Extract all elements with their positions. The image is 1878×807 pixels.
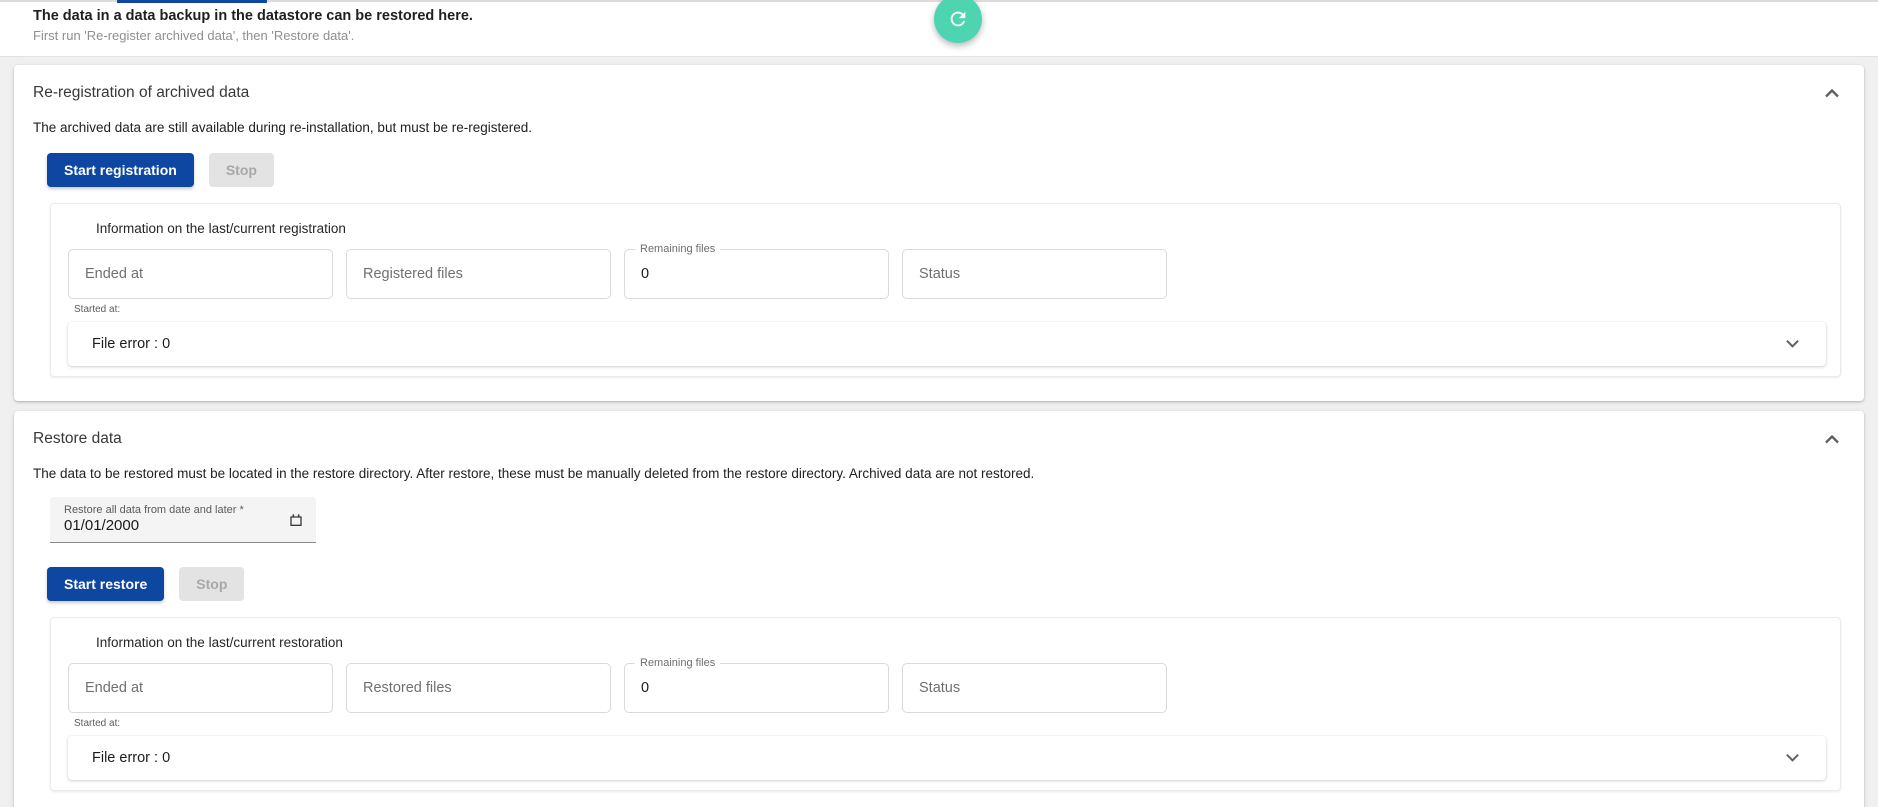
restore-section: Restore data The data to be restored mus…: [14, 411, 1864, 807]
restore-description: The data to be restored must be located …: [33, 465, 1842, 483]
restoration-started-at-label: Started at:: [74, 718, 1826, 730]
reregistration-section: Re-registration of archived data The arc…: [14, 65, 1864, 401]
restoration-remaining-files-field[interactable]: Remaining files 0: [624, 663, 889, 713]
file-error-label: File error : 0: [92, 750, 170, 766]
registration-started-at-label: Started at:: [74, 304, 1826, 316]
restoration-file-error-panel[interactable]: File error : 0: [68, 736, 1826, 780]
field-placeholder: Registered files: [363, 266, 463, 282]
reregistration-description: The archived data are still available du…: [33, 119, 1842, 137]
reregistration-title: Re-registration of archived data: [33, 84, 249, 102]
restore-date-value: 01/01/2000: [64, 517, 244, 535]
chevron-down-icon: [1785, 339, 1800, 349]
field-floating-label: Remaining files: [635, 657, 720, 669]
restoration-info-card: Information on the last/current restorat…: [50, 617, 1841, 791]
field-floating-label: Remaining files: [635, 243, 720, 255]
restoration-ended-at-field[interactable]: Ended at: [68, 663, 333, 713]
calendar-icon[interactable]: [288, 512, 304, 528]
field-placeholder: Ended at: [85, 266, 143, 282]
chevron-down-icon: [1785, 753, 1800, 763]
chevron-up-icon: [1824, 88, 1840, 98]
chevron-up-icon: [1824, 434, 1840, 444]
collapse-reregistration-button[interactable]: [1822, 86, 1842, 100]
reregistration-section-header: Re-registration of archived data: [33, 83, 1842, 103]
restoration-fields-row: Ended at Restored files Remaining files …: [68, 663, 1826, 713]
restore-date-text: Restore all data from date and later * 0…: [64, 504, 244, 535]
field-placeholder: Status: [919, 680, 960, 696]
field-value: 0: [641, 680, 649, 696]
start-restore-button[interactable]: Start restore: [47, 567, 164, 601]
file-error-label: File error : 0: [92, 336, 170, 352]
collapse-restore-button[interactable]: [1822, 432, 1842, 446]
restore-title: Restore data: [33, 430, 122, 448]
intro-header: The data in a data backup in the datasto…: [0, 0, 1878, 57]
backup-restore-page: The data in a data backup in the datasto…: [0, 0, 1878, 807]
restore-date-input[interactable]: Restore all data from date and later * 0…: [50, 497, 316, 543]
field-placeholder: Restored files: [363, 680, 452, 696]
registered-files-field[interactable]: Registered files: [346, 249, 611, 299]
field-placeholder: Status: [919, 266, 960, 282]
restore-date-label: Restore all data from date and later *: [64, 504, 244, 517]
registration-info-card: Information on the last/current registra…: [50, 203, 1841, 377]
stop-registration-button[interactable]: Stop: [209, 153, 274, 187]
registration-fields-row: Ended at Registered files Remaining file…: [68, 249, 1826, 299]
restore-section-header: Restore data: [33, 429, 1842, 449]
refresh-icon: [947, 8, 969, 30]
registration-info-title: Information on the last/current registra…: [96, 220, 1826, 237]
field-value: 0: [641, 266, 649, 282]
registration-file-error-panel[interactable]: File error : 0: [68, 322, 1826, 366]
restoration-info-title: Information on the last/current restorat…: [96, 634, 1826, 651]
restore-buttons: Start restore Stop: [47, 567, 1842, 601]
tab-bar-divider: [0, 0, 1878, 2]
active-tab-indicator: [117, 0, 267, 3]
reregistration-buttons: Start registration Stop: [47, 153, 1842, 187]
start-registration-button[interactable]: Start registration: [47, 153, 194, 187]
registration-remaining-files-field[interactable]: Remaining files 0: [624, 249, 889, 299]
registration-ended-at-field[interactable]: Ended at: [68, 249, 333, 299]
registration-status-field[interactable]: Status: [902, 249, 1167, 299]
field-placeholder: Ended at: [85, 680, 143, 696]
restored-files-field[interactable]: Restored files: [346, 663, 611, 713]
restoration-status-field[interactable]: Status: [902, 663, 1167, 713]
stop-restore-button[interactable]: Stop: [179, 567, 244, 601]
